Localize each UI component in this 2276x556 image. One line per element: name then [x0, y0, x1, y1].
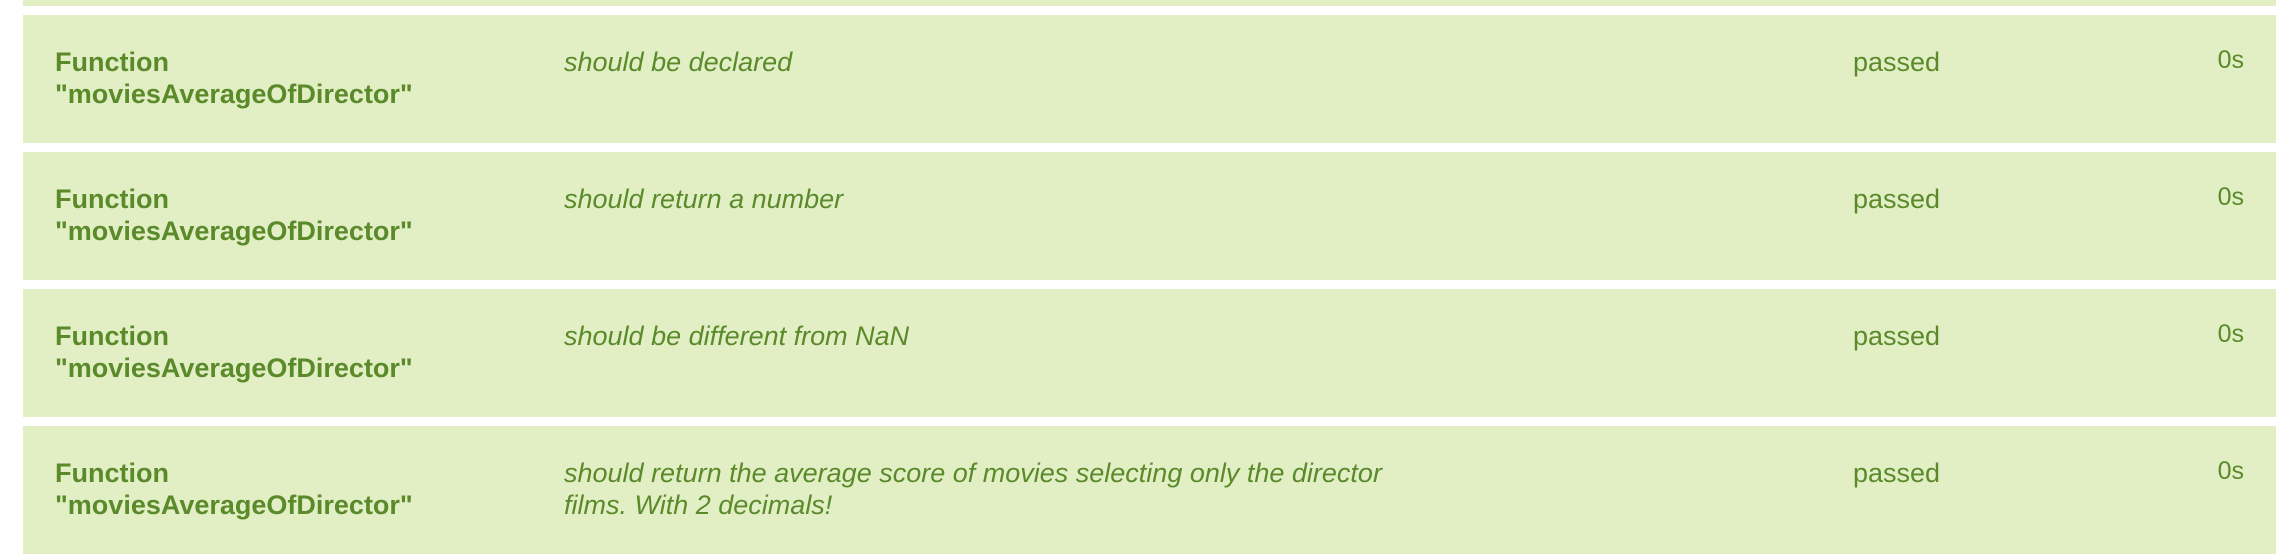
test-result-row: Function "moviesAverageOfDirector" shoul…	[23, 426, 2276, 554]
suite-name-line1: Function	[55, 321, 169, 351]
suite-name-line2: "moviesAverageOfDirector"	[55, 353, 413, 383]
test-status: passed	[1853, 184, 1941, 214]
test-duration: 0s	[2217, 320, 2244, 348]
test-description: should be different from NaN	[564, 321, 910, 351]
test-description: should return a number	[564, 184, 844, 214]
suite-name: Function "moviesAverageOfDirector"	[55, 46, 475, 110]
suite-name: Function "moviesAverageOfDirector"	[55, 457, 475, 521]
test-result-row: Function "moviesAverageOfDirector" shoul…	[23, 152, 2276, 280]
suite-name-line1: Function	[55, 184, 169, 214]
test-result-row: Function "moviesAverageOfDirector" shoul…	[23, 15, 2276, 143]
test-status: passed	[1853, 321, 1941, 351]
test-result-row: Function "moviesAverageOfDirector" shoul…	[23, 289, 2276, 417]
test-status: passed	[1853, 458, 1941, 488]
test-results-list: Function "moviesAverageOfDirector" shoul…	[23, 15, 2276, 554]
suite-name-line1: Function	[55, 47, 169, 77]
suite-name-line2: "moviesAverageOfDirector"	[55, 216, 413, 246]
test-status: passed	[1853, 47, 1941, 77]
test-description: should return the average score of movie…	[564, 458, 1382, 520]
suite-name: Function "moviesAverageOfDirector"	[55, 183, 475, 247]
suite-name-line1: Function	[55, 458, 169, 488]
suite-name-line2: "moviesAverageOfDirector"	[55, 79, 413, 109]
suite-name: Function "moviesAverageOfDirector"	[55, 320, 475, 384]
test-duration: 0s	[2217, 457, 2244, 485]
test-duration: 0s	[2217, 183, 2244, 211]
test-duration: 0s	[2217, 46, 2244, 74]
test-description: should be declared	[564, 47, 793, 77]
previous-result-row-edge	[23, 0, 2276, 6]
suite-name-line2: "moviesAverageOfDirector"	[55, 490, 413, 520]
